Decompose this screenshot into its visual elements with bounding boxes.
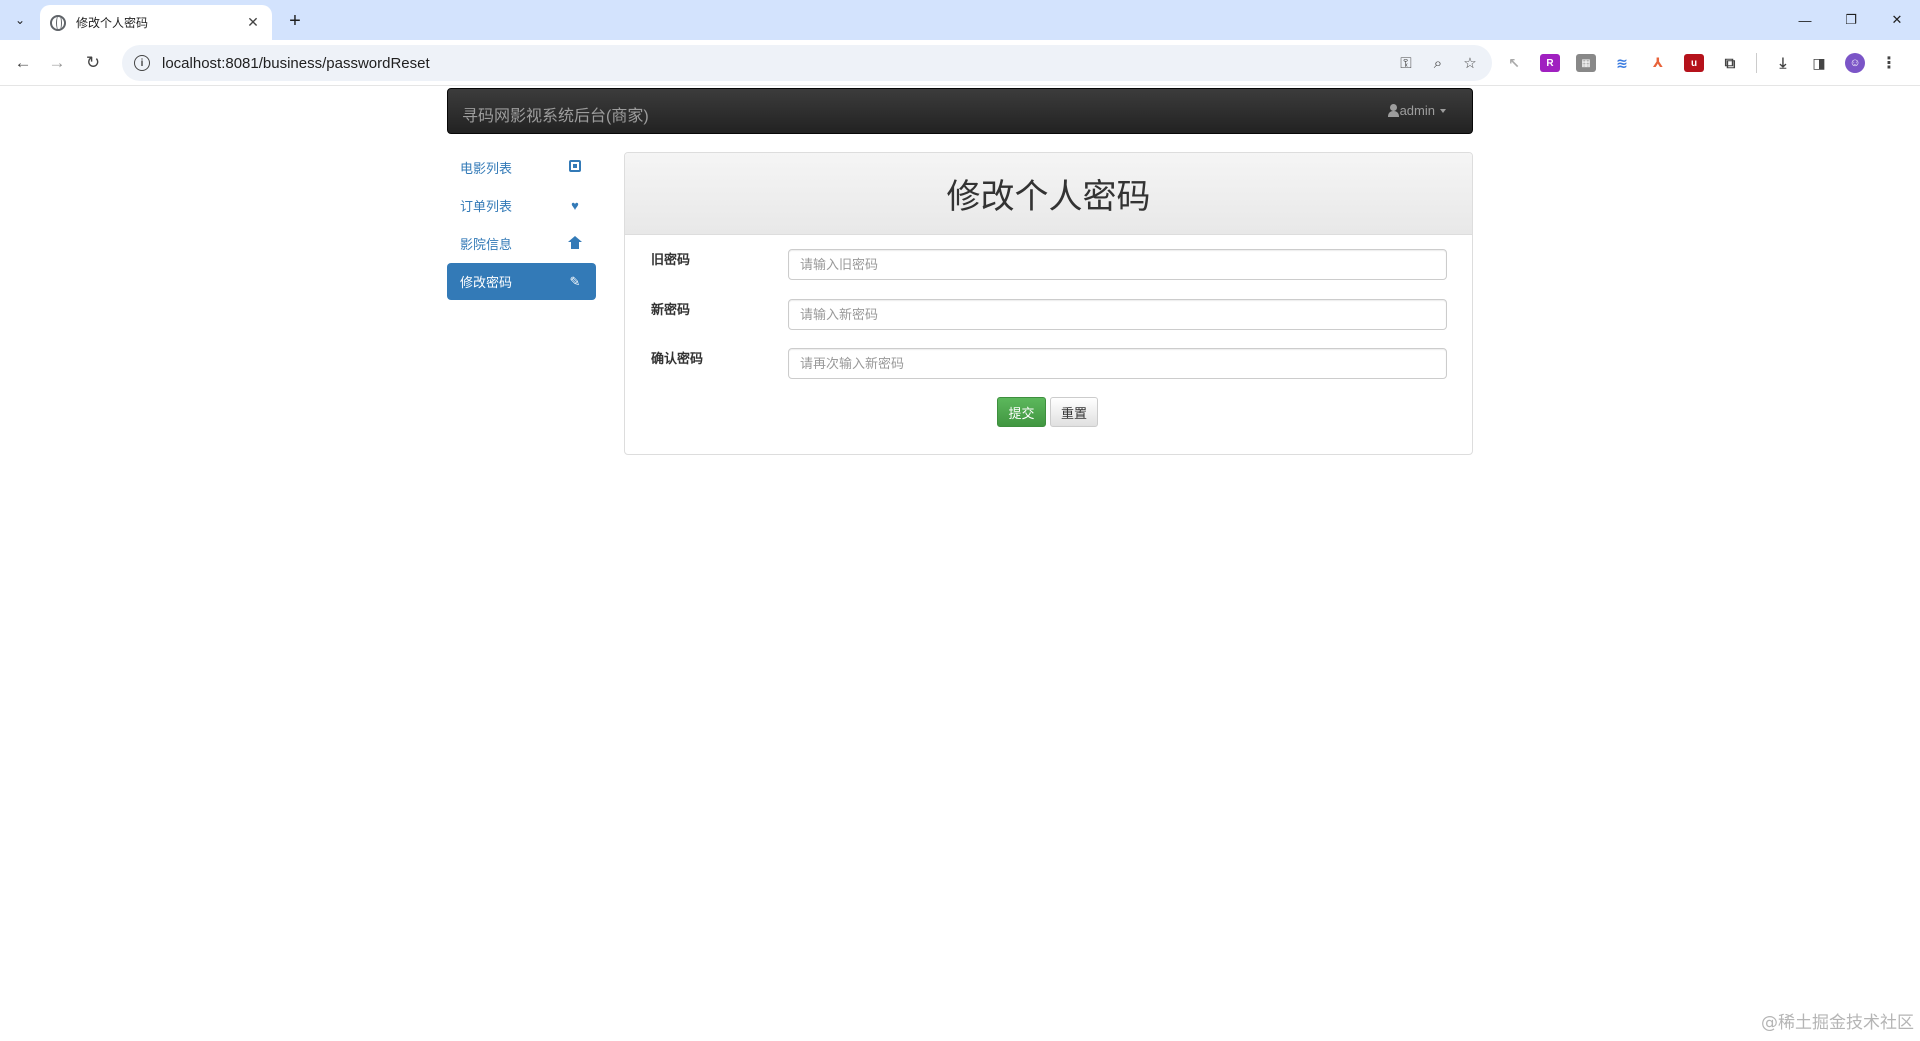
- close-window-button[interactable]: ✕: [1874, 0, 1920, 40]
- user-dropdown[interactable]: admin: [1387, 103, 1446, 118]
- extensions-area: ↖ R ▦ ≋ ⅄ u ⧉ ⤓ ◨ ☺ ⋮: [1504, 50, 1897, 76]
- browser-tabstrip: ⌄ 修改个人密码 ✕ + — ❐ ✕: [0, 0, 1920, 40]
- confirm-password-input[interactable]: [788, 348, 1447, 379]
- browser-tab-active[interactable]: 修改个人密码 ✕: [40, 5, 272, 40]
- confirm-password-label: 确认密码: [651, 351, 704, 366]
- sidebar-item-label: 订单列表: [460, 199, 513, 214]
- tree-extension-icon[interactable]: ⅄: [1648, 54, 1668, 72]
- url-text[interactable]: localhost:8081/business/passwordReset: [162, 55, 430, 72]
- globe-icon: [50, 14, 66, 31]
- app-navbar: 寻码网影视系统后台(商家) admin: [447, 88, 1473, 134]
- restore-button[interactable]: ❐: [1828, 0, 1874, 40]
- navbar-brand[interactable]: 寻码网影视系统后台(商家): [462, 102, 649, 126]
- site-info-icon[interactable]: i: [134, 55, 150, 71]
- new-password-row: 新密码: [651, 299, 1448, 331]
- user-name: admin: [1399, 103, 1435, 118]
- new-tab-button[interactable]: +: [282, 8, 308, 34]
- old-password-input[interactable]: [788, 249, 1447, 280]
- page-title: 修改个人密码: [946, 178, 1151, 216]
- sidebar-item-label: 修改密码: [460, 275, 513, 290]
- zoom-icon[interactable]: ⌕: [1426, 55, 1450, 72]
- bookmark-star-icon[interactable]: ☆: [1458, 54, 1482, 72]
- reset-button[interactable]: 重置: [1050, 397, 1098, 427]
- form-actions: 提交 重置: [997, 397, 1098, 427]
- back-arrow-icon[interactable]: ←: [10, 50, 36, 76]
- address-bar[interactable]: i localhost:8081/business/passwordReset …: [122, 45, 1492, 81]
- tab-search-chevron-icon[interactable]: ⌄: [8, 8, 32, 32]
- old-password-label: 旧密码: [651, 252, 691, 267]
- sidebar-nav: 电影列表 订单列表 ♥ 影院信息 修改密码 ✎: [447, 149, 596, 301]
- submit-button[interactable]: 提交: [997, 397, 1046, 427]
- watermark: @稀土掘金技术社区: [1761, 1013, 1914, 1033]
- home-icon: [567, 235, 583, 252]
- sidebar-item-change-password[interactable]: 修改密码 ✎: [447, 263, 596, 300]
- sidebar-item-cinema-info[interactable]: 影院信息: [447, 225, 596, 262]
- browser-toolbar: ← → ↻ i localhost:8081/business/password…: [0, 40, 1920, 86]
- window-controls: — ❐ ✕: [1782, 0, 1920, 40]
- panel-heading: 修改个人密码: [625, 153, 1472, 235]
- sidebar-item-order-list[interactable]: 订单列表 ♥: [447, 187, 596, 224]
- pencil-icon: ✎: [569, 273, 581, 289]
- side-panel-icon[interactable]: ◨: [1809, 54, 1829, 72]
- tab-title: 修改个人密码: [76, 16, 149, 30]
- sidebar-item-label: 电影列表: [460, 161, 513, 176]
- caret-down-icon: [1440, 108, 1446, 113]
- confirm-password-row: 确认密码: [651, 348, 1448, 380]
- browser-menu-icon[interactable]: ⋮: [1881, 53, 1897, 73]
- sidebar-item-label: 影院信息: [460, 237, 513, 252]
- rp-extension-icon[interactable]: R: [1540, 54, 1560, 72]
- key-icon[interactable]: ⚿: [1394, 55, 1418, 72]
- toolbar-divider: [1756, 53, 1757, 73]
- user-icon: [1387, 104, 1399, 117]
- old-password-row: 旧密码: [651, 249, 1448, 281]
- sidebar-item-movie-list[interactable]: 电影列表: [447, 149, 596, 186]
- new-password-label: 新密码: [651, 302, 691, 317]
- film-icon: [567, 160, 583, 175]
- password-reset-panel: 修改个人密码 旧密码 新密码 确认密码 提交 重置: [624, 152, 1473, 455]
- tab-close-icon[interactable]: ✕: [244, 14, 262, 31]
- reload-icon[interactable]: ↻: [80, 50, 106, 76]
- minimize-button[interactable]: —: [1782, 0, 1828, 40]
- new-password-input[interactable]: [788, 299, 1447, 330]
- puzzle-extensions-icon[interactable]: ⧉: [1720, 54, 1740, 72]
- heart-icon: ♥: [571, 198, 579, 213]
- cursor-extension-icon[interactable]: ↖: [1504, 54, 1524, 72]
- download-icon[interactable]: ⤓: [1773, 54, 1793, 72]
- ublock-shield-icon[interactable]: u: [1684, 54, 1704, 72]
- address-bar-actions: ⚿ ⌕ ☆: [1394, 45, 1482, 81]
- layers-extension-icon[interactable]: ≋: [1612, 54, 1632, 72]
- forward-arrow-icon[interactable]: →: [44, 50, 70, 76]
- profile-avatar-icon[interactable]: ☺: [1845, 53, 1865, 73]
- grid-extension-icon[interactable]: ▦: [1576, 54, 1596, 72]
